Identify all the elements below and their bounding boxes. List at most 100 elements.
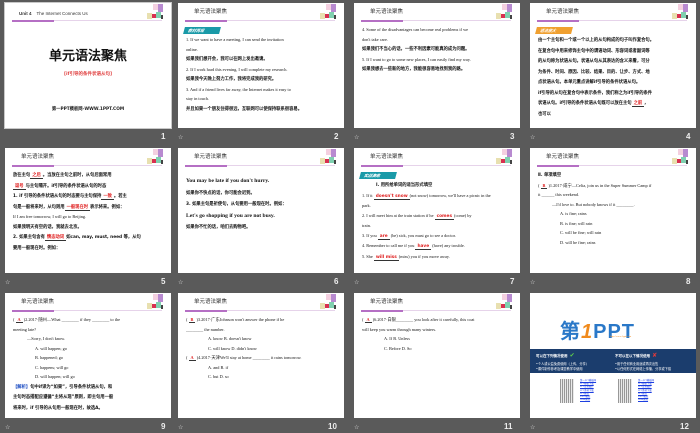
link-item[interactable]: Word教程 (638, 398, 666, 401)
text-line: 2. 如果主句含有 情态动词 如can, may, must, need 等，从句 (13, 232, 165, 243)
text-line: 点状语从句。本单元重点讲解if引导的条件状语从句。 (538, 77, 690, 88)
text-line: 如果我今天晚上努力工作，我将完成我的研究。 (186, 74, 338, 85)
slide-body: ( A )2.2017·随州—What ________ if they ___… (13, 315, 165, 413)
logo: 第1PPT (560, 315, 635, 344)
slide-number: 8 (686, 277, 691, 286)
text-segment: 句是一般将来时，从句则用 (13, 204, 65, 210)
slide-thumbnail[interactable]: Unit 4 The Internet Connects Us 单元语法聚焦 [if引… (4, 2, 172, 129)
slide-thumbnail[interactable]: 单元语法聚焦 You may be late if you don't hurry… (178, 148, 344, 273)
slide-thumbnail[interactable]: 单元语法聚焦 4. Some of the disadvantages can b… (354, 3, 520, 128)
text-segment: 。若主 (113, 194, 127, 199)
text-segment: 2. 如果主句含有 (13, 235, 45, 240)
slide-thumbnail[interactable]: 单元语法聚焦 ( A )2.2017·随州—What ________ if th… (5, 293, 171, 418)
slide-thumbnail[interactable]: 单元语法聚焦 ( A )6.2017·白银________ you look af… (354, 293, 520, 418)
check-icon: ✔ (567, 352, 575, 359)
text-line: don't take care. (362, 35, 514, 45)
text-segment: 如果你不忙的话，咱们去购物吧。 (186, 225, 251, 230)
text-segment: —I'd love to. But nobody knows if it ___… (552, 201, 635, 207)
text-segment: 3. If you (362, 232, 378, 238)
slide-subtitle: [if引导的条件状语从句] (63, 72, 113, 77)
unit-title: The Internet Connects Us (36, 11, 88, 16)
text-line: ( B )3.2017·广东Johnson won't answer the p… (186, 315, 338, 325)
text-segment: online. (186, 46, 198, 52)
text-line: 逗号 与主句隔开。if引导的条件状语从句的时态 (13, 181, 165, 192)
text-line: D. will happen; will go (13, 372, 165, 382)
text-segment: 如果我明天有空的话，我就去北京。 (13, 224, 82, 230)
slide-thumbnail[interactable]: 单元语法聚焦 实战演练 Ⅰ. 用所给单词的适当形式填空 1. If it doesn'… (354, 148, 520, 273)
slide-thumbnail[interactable]: 单元语法聚焦 语法放大 由一个主句和一个或一个以上的从句构成的句子叫作复合句。 在复合… (530, 3, 696, 128)
text-segment: 要用一般现在时。例如： (13, 245, 61, 251)
text-segment: D. will happen; will go (35, 374, 75, 379)
text-line: 4. Remember to call me if you have (have… (362, 241, 514, 252)
text-segment: (have) any trouble. (431, 243, 465, 248)
text-segment: C. will know D. didn't know (208, 345, 257, 351)
text-segment: )6.2017·白银________ you look after it car… (371, 317, 475, 322)
slide-header-title: 单元语法聚焦 (546, 154, 580, 160)
answer-blank: 一致 (101, 194, 114, 200)
header-underline (361, 164, 511, 167)
answer-blank: 一般现在时 (64, 204, 91, 211)
header-underline (185, 309, 335, 312)
slide-transition-icon: ☆ (354, 135, 360, 141)
text-line: 状语从句。if引导的条件状语从句既可以放在主句 之前， (538, 98, 690, 109)
answer-choice: A (15, 317, 23, 323)
cannot-use-column: 不可以在以下情况使用 ✘ •用于任何商业用途或再次出售 •以任何形式在网络上传播、分… (615, 352, 671, 371)
text-segment: Ⅰ. 用所给单词的适当形式填空 (376, 183, 433, 188)
text-segment: train. (362, 223, 371, 228)
text-line: —I'd love to. But nobody knows if it ___… (538, 200, 690, 210)
header-underline (537, 164, 687, 167)
header-underline (185, 19, 335, 22)
text-segment: 3. And if a friend lives far away, the I… (186, 86, 291, 92)
slide-thumbnail[interactable]: 单元语法聚焦 教材再现 1. If we want to have a meetin… (178, 3, 344, 128)
text-line: Ⅰ. 用所给单词的适当形式填空 (362, 180, 514, 191)
text-segment: B. is fine; will rain (560, 220, 593, 226)
text-segment: 如can, may, must, need 等，从句 (66, 235, 141, 240)
slide-header-title: 单元语法聚焦 (370, 154, 404, 160)
header-underline (12, 309, 162, 312)
text-segment: 主句时态搭配应遵循“主将从现”原则，即主句用一般 (13, 395, 114, 400)
text-line: online. (186, 45, 338, 55)
slide-number: 1 (161, 132, 166, 141)
text-line: 如果我想去一些新的地方，我能很容易地找到我的路。 (362, 64, 514, 75)
text-line: C. Before D. So (362, 344, 514, 354)
text-line: 在复合句中用来修饰主句中的谓语动词、形容词或者副词等 (538, 46, 690, 57)
text-segment: it ______ this weekend. (538, 192, 580, 197)
text-line: You may be late if you don't hurry. (186, 176, 338, 188)
text-segment: 状语从句。if引导的条件状语从句既可以放在主句 (538, 101, 632, 106)
text-segment: meeting late? (13, 326, 37, 332)
header-decoration-icon (147, 294, 163, 310)
text-line: 如果我们想开会，我可以在网上发出邀请。 (186, 54, 338, 65)
text-segment: 1. if 引导的条件状语从句的时态要与主句保持 (13, 194, 102, 199)
text-segment: 将来时，if 引导的从句用一般现在时，故选A。 (13, 405, 103, 411)
text-line: train. (362, 221, 514, 231)
text-segment: If I am free tomorrow, I will go to Beij… (13, 214, 87, 219)
header-decoration-icon (496, 4, 512, 20)
text-segment: A. is fine; rains (560, 211, 587, 216)
text-segment: 与主句隔开。if引导的条件状语从句的时态 (25, 183, 107, 189)
text-line: 如果你不快点的话，你可能会迟到。 (186, 188, 338, 200)
text-line: ( B )1.2017·咸宁—Celia, join us in the Sup… (538, 181, 690, 191)
header-underline (12, 164, 162, 167)
text-line: 1. if 引导的条件状语从句的时态要与主句保持 一致 。若主 (13, 191, 165, 202)
slide-thumbnail[interactable]: 单元语法聚焦 Ⅱ. 单项填空 ( B )1.2017·咸宁—Celia, join … (530, 148, 696, 273)
slide-thumbnail[interactable]: 第1PPT http://www.1ppt.com 可以在下列情况使用 ✔ •个人或公… (530, 293, 696, 418)
text-line: A. know B. doesn't know (186, 334, 338, 344)
text-segment: A. and B. if (208, 364, 229, 370)
text-line: 要用一般现在时。例如： (13, 243, 165, 254)
text-segment: 5. She (362, 253, 374, 259)
text-segment: 句中if译为“如果”，引导条件状语从句，和 (30, 384, 113, 390)
slide-thumbnail[interactable]: 单元语法聚焦 放在主句 之后 。当放在主句之前时，从句后面常用 逗号 与主句隔开。if引导… (5, 148, 171, 273)
text-segment: D. will be fine; rains (560, 239, 596, 245)
slide-body: Ⅱ. 单项填空 ( B )1.2017·咸宁—Celia, join us in … (538, 170, 690, 247)
text-segment: )4.2017·天津We'll stay at home ________ it… (195, 355, 302, 360)
link-item[interactable]: Word教程 (580, 398, 608, 401)
text-segment: stay in touch. (186, 96, 210, 101)
slide-thumbnail[interactable]: 单元语法聚焦 ( B )3.2017·广东Johnson won't answer… (178, 293, 344, 418)
text-line: 并且如果一个朋友住得很远，互联网可以使保持联系很容易。 (186, 104, 338, 115)
text-segment: 为条件、时间、原因、比较、结果、目的、让步、方式、地 (538, 69, 650, 75)
slide-header-title: 单元语法聚焦 (370, 9, 404, 15)
slide-number: 12 (680, 422, 689, 431)
slide-number: 10 (328, 422, 337, 431)
text-line: 【解析】句中if译为“如果”，引导条件状语从句，和 (13, 382, 165, 393)
text-segment: C. happens; will go (35, 364, 69, 370)
